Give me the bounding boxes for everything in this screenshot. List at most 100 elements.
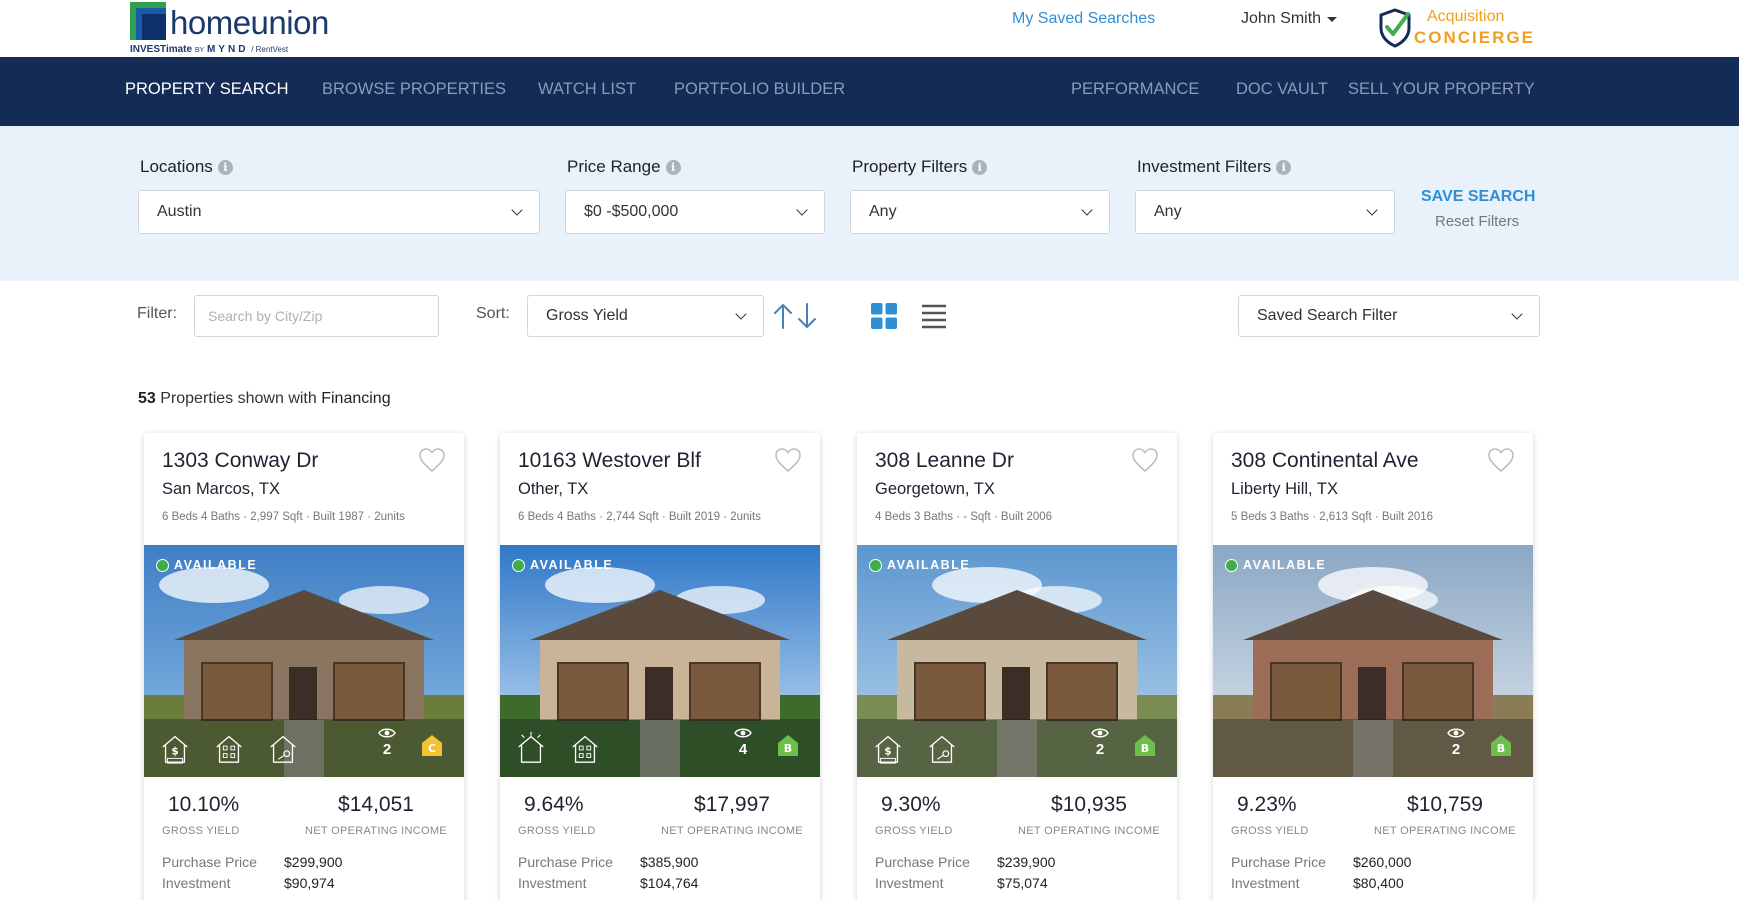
grid-view-icon[interactable] <box>870 302 898 330</box>
top-header: homeunion INVESTimate BY MYND / RentVest… <box>0 0 1739 57</box>
info-icon[interactable]: i <box>217 159 233 175</box>
save-search-button[interactable]: SAVE SEARCH <box>1421 188 1535 206</box>
purchase-price-value: $260,000 <box>1353 854 1412 870</box>
view-count: 2 <box>1085 727 1115 758</box>
eye-icon <box>378 728 396 738</box>
hot-deal-icon: $ <box>162 736 188 764</box>
price-range-select[interactable]: $0 -$500,000 <box>565 190 825 234</box>
availability-text: AVAILABLE <box>887 558 971 572</box>
gross-yield-label: GROSS YIELD <box>1231 825 1309 837</box>
property-photo[interactable]: AVAILABLE $2 B <box>857 545 1177 777</box>
property-feature-strip: 2B <box>1213 719 1533 777</box>
sort-direction-icon[interactable] <box>771 301 819 331</box>
investment-row: Investment $75,074 <box>875 875 1048 891</box>
sort-value: Gross Yield <box>546 307 628 324</box>
favorite-heart-icon[interactable] <box>774 447 802 473</box>
logo-wordmark: homeunion <box>170 4 329 41</box>
investment-filters-value: Any <box>1154 203 1182 220</box>
nav-performance[interactable]: PERFORMANCE <box>1071 80 1199 99</box>
info-icon[interactable]: i <box>665 159 681 175</box>
search-input[interactable] <box>194 295 439 337</box>
gross-yield-value: 9.64% <box>524 793 584 816</box>
results-summary: 53 Properties shown with Financing <box>138 390 391 408</box>
multi-unit-icon <box>216 736 242 763</box>
homeunion-logo[interactable]: homeunion INVESTimate BY MYND / RentVest <box>130 2 350 56</box>
favorite-heart-icon[interactable] <box>418 447 446 473</box>
my-saved-searches-link[interactable]: My Saved Searches <box>1012 10 1155 28</box>
nav-watch-list[interactable]: WATCH LIST <box>538 80 636 99</box>
acquisition-concierge-link[interactable]: Acquisition CONCIERGE <box>1378 6 1538 52</box>
filter-label: Filter: <box>137 305 177 322</box>
property-card[interactable]: 308 Continental Ave Liberty Hill, TX 5 Bed… <box>1213 433 1533 900</box>
property-city: Liberty Hill, TX <box>1231 480 1338 498</box>
noi-label: NET OPERATING INCOME <box>1018 825 1160 837</box>
view-count: 4 <box>728 727 758 758</box>
svg-text:$: $ <box>171 746 178 758</box>
property-card[interactable]: 308 Leanne Dr Georgetown, TX 4 Beds 3 Bath… <box>857 433 1177 900</box>
user-name: John Smith <box>1241 10 1322 27</box>
sort-select[interactable]: Gross Yield <box>527 295 764 337</box>
logo-tag-rentvest: / RentVest <box>251 45 289 54</box>
nav-doc-vault[interactable]: DOC VAULT <box>1236 80 1328 99</box>
view-count: 2 <box>372 727 402 758</box>
noi-value: $10,935 <box>1051 793 1127 816</box>
property-address[interactable]: 10163 Westover Blf <box>518 449 701 473</box>
results-text: Properties shown with <box>160 390 317 407</box>
property-card[interactable]: 10163 Westover Blf Other, TX 6 Beds 4 Bath… <box>500 433 820 900</box>
gross-yield-label: GROSS YIELD <box>518 825 596 837</box>
gross-yield-metric: 9.23% GROSS YIELD <box>1231 793 1309 837</box>
svg-text:$: $ <box>884 746 891 758</box>
noi-metric: $10,935 NET OPERATING INCOME <box>1009 793 1169 837</box>
nav-property-search[interactable]: PROPERTY SEARCH <box>125 80 289 99</box>
chevron-down-icon <box>796 204 808 216</box>
property-photo[interactable]: AVAILABLE 2 B <box>1213 545 1533 777</box>
property-address[interactable]: 1303 Conway Dr <box>162 449 318 473</box>
favorite-heart-icon[interactable] <box>1131 447 1159 473</box>
investment-label: Investment <box>162 875 231 891</box>
property-photo[interactable]: AVAILABLE $2 C <box>144 545 464 777</box>
logo-tagline: INVESTimate BY MYND / RentVest <box>130 44 288 55</box>
info-icon[interactable]: i <box>972 159 988 175</box>
locations-select[interactable]: Austin <box>138 190 540 234</box>
nav-sell-your-property[interactable]: SELL YOUR PROPERTY <box>1348 80 1535 99</box>
chevron-down-icon <box>511 204 523 216</box>
available-dot-icon <box>156 558 169 572</box>
availability-text: AVAILABLE <box>1243 558 1327 572</box>
property-filters-select[interactable]: Any <box>850 190 1110 234</box>
grade-letter: B <box>1141 742 1149 755</box>
user-menu[interactable]: John Smith <box>1241 10 1338 28</box>
noi-value: $14,051 <box>338 793 414 816</box>
purchase-price-value: $239,900 <box>997 854 1056 870</box>
locations-label: Locations <box>140 157 213 176</box>
availability-text: AVAILABLE <box>174 558 258 572</box>
info-icon[interactable]: i <box>1276 159 1292 175</box>
locations-value: Austin <box>157 203 202 220</box>
investment-value: $75,074 <box>997 875 1048 891</box>
noi-value: $17,997 <box>694 793 770 816</box>
property-photo[interactable]: AVAILABLE 4 B <box>500 545 820 777</box>
new-construction-icon <box>518 731 544 763</box>
investment-filters-select[interactable]: Any <box>1135 190 1395 234</box>
purchase-price-row: Purchase Price $260,000 <box>1231 854 1411 870</box>
noi-metric: $17,997 NET OPERATING INCOME <box>652 793 812 837</box>
purchase-price-label: Purchase Price <box>1231 854 1326 870</box>
nav-portfolio-builder[interactable]: PORTFOLIO BUILDER <box>674 80 845 99</box>
view-count-value: 2 <box>382 741 392 758</box>
view-count-value: 2 <box>1095 741 1105 758</box>
property-address[interactable]: 308 Continental Ave <box>1231 449 1419 473</box>
investment-filters-label-row: Investment Filters i <box>1137 156 1292 178</box>
available-dot-icon <box>869 558 882 572</box>
reset-filters-link[interactable]: Reset Filters <box>1435 213 1519 230</box>
investment-value: $80,400 <box>1353 875 1404 891</box>
rent-ready-icon <box>270 736 296 763</box>
property-address[interactable]: 308 Leanne Dr <box>875 449 1014 473</box>
property-specs: 6 Beds 4 Baths · 2,997 Sqft · Built 1987… <box>162 511 405 523</box>
saved-search-filter-select[interactable]: Saved Search Filter <box>1238 295 1540 337</box>
property-card[interactable]: 1303 Conway Dr San Marcos, TX 6 Beds 4 Bat… <box>144 433 464 900</box>
list-view-icon[interactable] <box>920 302 948 330</box>
gross-yield-metric: 9.64% GROSS YIELD <box>518 793 596 837</box>
concierge-line1: Acquisition <box>1427 8 1505 25</box>
favorite-heart-icon[interactable] <box>1487 447 1515 473</box>
nav-browse-properties[interactable]: BROWSE PROPERTIES <box>322 80 506 99</box>
availability-text: AVAILABLE <box>530 558 614 572</box>
